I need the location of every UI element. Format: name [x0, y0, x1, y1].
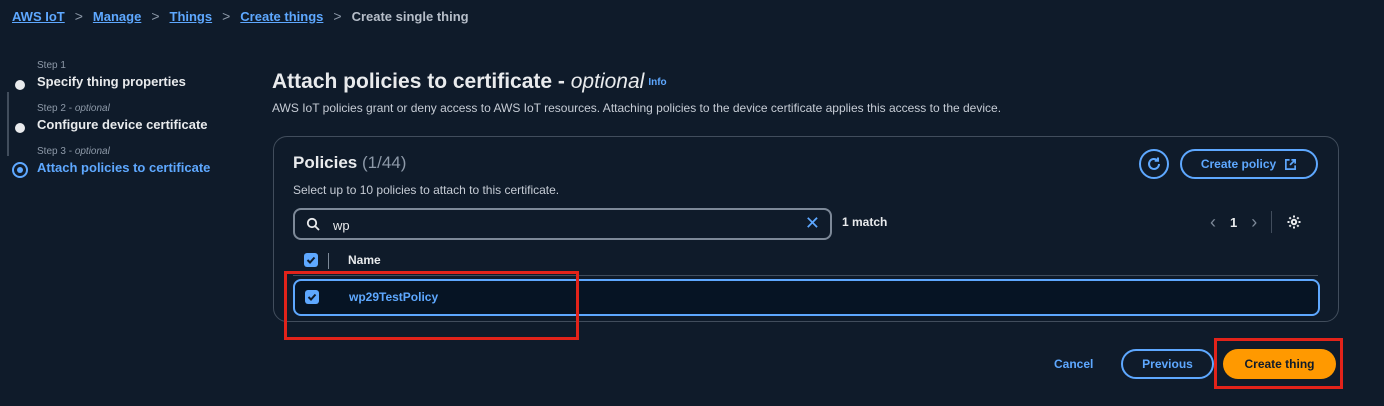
- title-optional: optional: [570, 70, 645, 93]
- step-completed-icon: [15, 80, 25, 90]
- step-active-icon: [12, 162, 28, 178]
- step-completed-icon: [15, 123, 25, 133]
- highlight-box-policy: [284, 271, 579, 340]
- breadcrumb-separator: >: [333, 8, 342, 24]
- select-all-checkbox[interactable]: [304, 253, 318, 267]
- breadcrumb-separator: >: [74, 8, 83, 24]
- steps-connector: [7, 92, 9, 156]
- breadcrumb-separator: >: [151, 8, 160, 24]
- create-thing-button[interactable]: Create thing: [1223, 349, 1336, 379]
- next-page-icon[interactable]: ›: [1251, 212, 1257, 233]
- pagination: ‹ 1 ›: [1210, 211, 1302, 233]
- clear-search-icon[interactable]: ✕: [805, 214, 820, 232]
- step-2[interactable]: Step 2 - optional Configure device certi…: [12, 103, 252, 133]
- wizard-steps: Step 1 Specify thing properties Step 2 -…: [12, 60, 252, 189]
- policies-count: (1/44): [362, 153, 407, 172]
- breadcrumb-manage[interactable]: Manage: [93, 9, 141, 24]
- step-title: Attach policies to certificate: [37, 160, 211, 175]
- page-description: AWS IoT policies grant or deny access to…: [272, 101, 1002, 115]
- search-icon: [306, 217, 320, 231]
- refresh-button[interactable]: [1139, 149, 1169, 179]
- breadcrumb-things[interactable]: Things: [170, 9, 213, 24]
- column-divider: [328, 253, 329, 269]
- step-3: Step 3 - optional Attach policies to cer…: [12, 146, 252, 178]
- column-header-name[interactable]: Name: [348, 253, 381, 267]
- pager-divider: [1271, 211, 1273, 233]
- info-link[interactable]: Info: [648, 77, 666, 88]
- step-1[interactable]: Step 1 Specify thing properties: [12, 60, 252, 90]
- policies-subtitle: Select up to 10 policies to attach to th…: [293, 183, 560, 197]
- breadcrumb-aws-iot[interactable]: AWS IoT: [12, 9, 65, 24]
- previous-page-icon[interactable]: ‹: [1210, 212, 1216, 233]
- external-link-icon: [1285, 158, 1297, 170]
- refresh-icon: [1148, 157, 1160, 170]
- step-optional-label: optional: [74, 103, 110, 114]
- breadcrumb: AWS IoT > Manage > Things > Create thing…: [12, 8, 469, 24]
- breadcrumb-separator: >: [222, 8, 231, 24]
- search-field[interactable]: ✕: [293, 208, 832, 240]
- breadcrumb-current: Create single thing: [351, 8, 469, 24]
- policies-title: Policies (1/44): [293, 153, 407, 172]
- cancel-button[interactable]: Cancel: [1054, 357, 1093, 371]
- breadcrumb-create-things[interactable]: Create things: [240, 9, 323, 24]
- settings-gear-icon[interactable]: [1286, 214, 1302, 230]
- match-count: 1 match: [842, 215, 888, 229]
- current-page[interactable]: 1: [1230, 215, 1237, 230]
- step-optional-label: optional: [74, 146, 110, 157]
- step-label: Step 1: [37, 60, 66, 71]
- previous-button[interactable]: Previous: [1121, 349, 1214, 379]
- step-title: Configure device certificate: [37, 117, 208, 132]
- checkmark-icon: [306, 256, 316, 264]
- step-label: Step 2 -: [37, 103, 75, 114]
- create-policy-button[interactable]: Create policy: [1180, 149, 1318, 179]
- page-title: Attach policies to certificate - optiona…: [272, 70, 667, 93]
- step-label: Step 3 -: [37, 146, 75, 157]
- search-input[interactable]: [331, 214, 795, 236]
- step-title: Specify thing properties: [37, 74, 186, 89]
